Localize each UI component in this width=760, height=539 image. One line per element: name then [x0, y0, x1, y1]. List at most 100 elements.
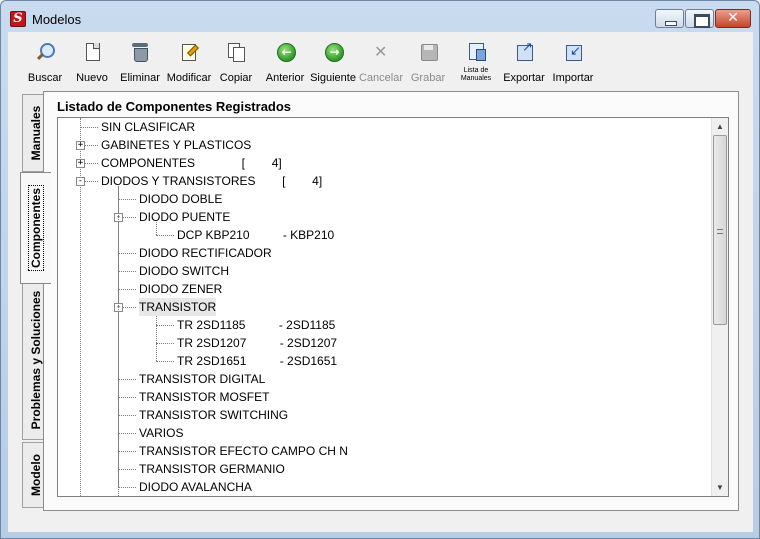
buscar-label: Buscar [27, 72, 63, 84]
exportar-label: Exportar [503, 72, 545, 84]
nuevo-label: Nuevo [76, 72, 108, 84]
forward-arrow-icon [323, 42, 344, 64]
modificar-label: Modificar [166, 72, 212, 84]
tree-node[interactable]: TRANSISTOR MOSFET [139, 388, 269, 406]
close-icon: ✕ [727, 10, 739, 26]
tree-node[interactable]: TR 2SD1185 - 2SD1185 [177, 316, 335, 334]
tree-node[interactable]: COMPONENTES [ 4] [101, 154, 282, 172]
tree-guide-line [80, 118, 81, 496]
manual-list-icon [466, 42, 486, 64]
expand-icon[interactable]: + [76, 141, 85, 150]
tree-node[interactable]: SIN CLASIFICAR [101, 118, 195, 136]
tree-node[interactable]: DIODOS Y TRANSISTORES [ 4] [101, 172, 322, 190]
tree-connector-line [118, 379, 136, 380]
tree-node[interactable]: DIODO ZENER [139, 280, 222, 298]
tab-componentes[interactable]: Componentes [20, 172, 51, 284]
tab-modelo-label: Modelo [29, 454, 43, 496]
app-logo-icon: S [10, 11, 26, 27]
new-document-icon [82, 42, 102, 64]
minimize-button[interactable] [655, 9, 684, 28]
tree-connector-line [118, 469, 136, 470]
title-bar[interactable]: S Modelos ✕ [1, 1, 759, 31]
scroll-up-button[interactable]: ▲ [712, 118, 728, 135]
tree-connector-line [156, 235, 174, 236]
scroll-thumb[interactable] [713, 135, 727, 325]
grip-icon [717, 229, 723, 234]
eliminar-label: Eliminar [120, 72, 160, 84]
tree-node[interactable]: DIODO PUENTE [139, 208, 230, 226]
importar-label: Importar [552, 72, 594, 84]
cancel-icon [371, 42, 391, 64]
app-window: S Modelos ✕ Buscar Nuevo Eliminar Modifi… [0, 0, 760, 539]
tree-connector-line [118, 487, 136, 488]
tab-manuales-label: Manuales [29, 105, 43, 161]
buscar-button[interactable]: Buscar [26, 42, 64, 84]
trash-icon [130, 42, 150, 64]
lista-manuales-button[interactable]: Lista de Manuales [456, 42, 496, 84]
tree-node[interactable]: TRANSISTOR DIGITAL [139, 370, 265, 388]
scroll-down-button[interactable]: ▼ [712, 479, 728, 496]
maximize-icon [686, 10, 713, 28]
tab-componentes-label: Componentes [28, 179, 44, 277]
copiar-button[interactable]: Copiar [218, 42, 254, 84]
tree-node[interactable]: TR 2SD1651 - 2SD1651 [177, 352, 337, 370]
tree-connector-line [118, 397, 136, 398]
grabar-button[interactable]: Grabar [410, 42, 446, 84]
siguiente-button[interactable]: Siguiente [310, 42, 356, 84]
panel-title: Listado de Componentes Registrados [57, 99, 292, 114]
tree-connector-line [118, 199, 136, 200]
anterior-label: Anterior [265, 72, 305, 84]
toolbar: Buscar Nuevo Eliminar Modificar Copiar A… [8, 32, 753, 87]
nuevo-button[interactable]: Nuevo [74, 42, 110, 84]
collapse-icon[interactable]: - [76, 177, 85, 186]
minimize-icon [656, 10, 683, 27]
tree-node[interactable]: TRANSISTOR SWITCHING [139, 406, 288, 424]
tree-node[interactable]: DIODO DOBLE [139, 190, 222, 208]
save-icon [418, 42, 438, 64]
modificar-button[interactable]: Modificar [166, 42, 212, 84]
tree-connector-line [118, 433, 136, 434]
cancelar-label: Cancelar [358, 72, 404, 84]
copy-icon [226, 42, 246, 64]
tree-node[interactable]: DIODO AVALANCHA [139, 478, 252, 496]
tree-connector-line [118, 451, 136, 452]
lista-manuales-label: Lista de Manuales [460, 67, 492, 82]
tree-connector-line [118, 289, 136, 290]
tree-guide-line [118, 186, 119, 496]
anterior-button[interactable]: Anterior [263, 42, 307, 84]
back-arrow-icon [275, 42, 296, 64]
exportar-button[interactable]: Exportar [502, 40, 546, 84]
tree-node[interactable]: TRANSISTOR [139, 298, 217, 316]
maximize-button[interactable] [685, 9, 714, 28]
cancelar-button[interactable]: Cancelar [358, 42, 404, 84]
tree-node[interactable]: DIODO SWITCH [139, 262, 229, 280]
tree-connector-line [156, 325, 174, 326]
copiar-label: Copiar [219, 72, 253, 84]
tree-connector-line [156, 343, 174, 344]
window-title: Modelos [32, 12, 82, 27]
export-icon [514, 40, 534, 64]
tree-node[interactable]: TR 2SD1207 - 2SD1207 [177, 334, 337, 352]
expand-icon[interactable]: + [76, 159, 85, 168]
tree-node[interactable]: GABINETES Y PLASTICOS [101, 136, 251, 154]
grabar-label: Grabar [410, 72, 446, 84]
tree-guide-line [156, 312, 157, 361]
tree-node[interactable]: DIODO RECTIFICADOR [139, 244, 272, 262]
tab-problemas-label: Problemas y Soluciones [29, 290, 43, 430]
tree-connector-line [118, 253, 136, 254]
close-button[interactable]: ✕ [715, 9, 751, 28]
tree-node[interactable]: TRANSISTOR GERMANIO [139, 460, 285, 478]
components-tree[interactable]: ▲ ▼ SIN CLASIFICAR + GABINETES Y PLASTICOS… [57, 117, 729, 497]
tree-node[interactable]: VARIOS [139, 424, 183, 442]
eliminar-button[interactable]: Eliminar [120, 42, 160, 84]
importar-button[interactable]: Importar [551, 42, 595, 84]
tree-node[interactable]: TRANSISTOR EFECTO CAMPO CH N [139, 442, 348, 460]
tree-connector-line [118, 271, 136, 272]
components-panel: Listado de Componentes Registrados ▲ ▼ S… [43, 91, 739, 511]
tree-connector-line [118, 415, 136, 416]
edit-icon [179, 42, 199, 64]
tree-connector-line [80, 127, 98, 128]
tree-scrollbar[interactable]: ▲ ▼ [711, 118, 728, 496]
tree-connector-line [156, 361, 174, 362]
tree-node[interactable]: DCP KBP210 - KBP210 [177, 226, 334, 244]
